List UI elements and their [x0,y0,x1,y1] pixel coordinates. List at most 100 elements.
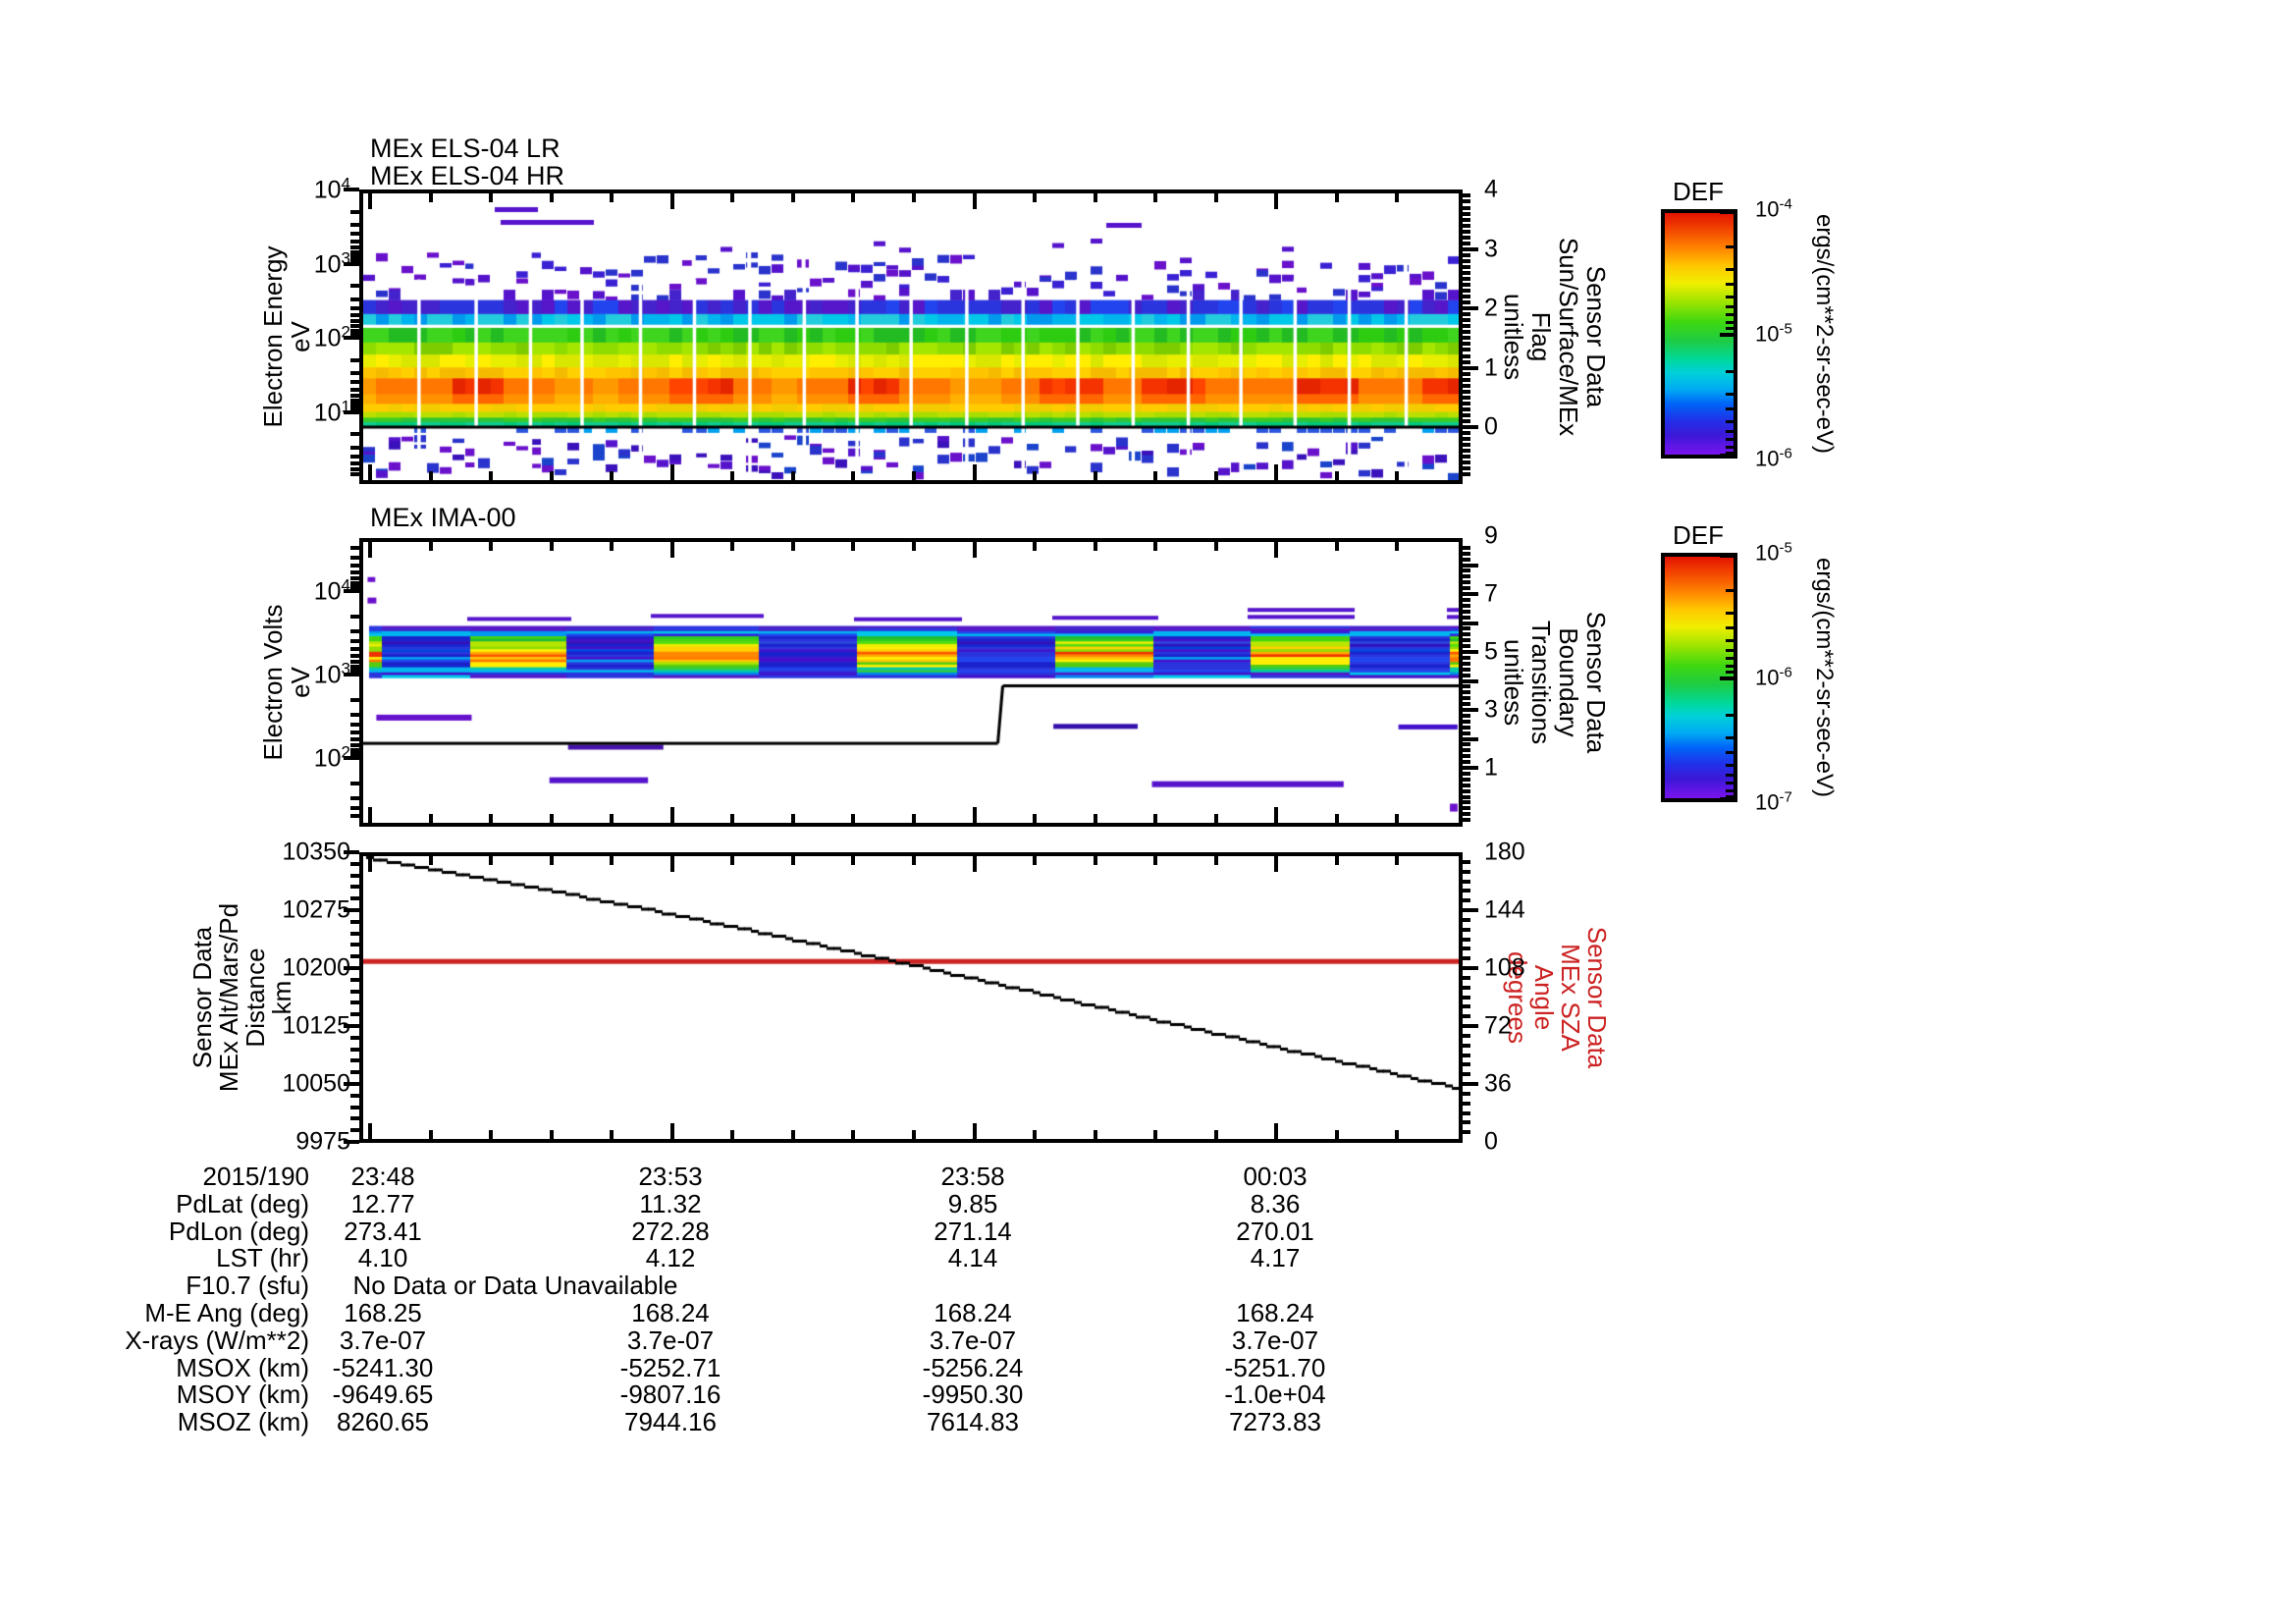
axis-tick [1463,258,1470,263]
axis-tick [610,856,614,865]
axis-tick [1463,455,1470,460]
axis-tick [1463,383,1470,388]
axis-tick [1463,966,1478,970]
axis-tick [1463,889,1470,893]
axis-tick [1463,736,1478,741]
axis-tick [350,989,359,994]
axis-tick [1463,353,1470,358]
axis-tick [350,781,359,785]
axis-tick [1726,304,1734,308]
axis-tick [1463,295,1470,299]
axis-tick [350,647,359,652]
axis-tick [1213,856,1218,865]
y-tick-label-ima: 102 [313,742,350,773]
axis-tick [350,806,359,811]
axis-tick [1463,229,1470,234]
axis-tick [1726,407,1734,411]
axis-tick [610,814,614,823]
axis-tick [1463,626,1470,631]
axis-tick [1463,449,1470,454]
axis-tick [350,223,359,227]
axis-tick [972,807,977,823]
axis-tick [1395,542,1400,551]
axis-tick [1463,1004,1470,1009]
axis-tick [790,542,795,551]
axis-tick [1033,814,1038,823]
axis-tick [1463,1024,1478,1028]
axis-tick [1726,320,1734,324]
axis-tick [1463,812,1470,817]
axis-tick [350,319,359,324]
colorbar-tick-label: 10-6 [1755,664,1792,690]
axis-tick [1726,714,1734,718]
axis-tick [1463,742,1470,747]
axis-tick [1334,471,1339,480]
axis-tick [1463,818,1470,823]
axis-tick [911,542,916,551]
axis-tick [1463,359,1470,364]
right-tick-label-dist: 180 [1484,838,1525,866]
y-tick-label-dist: 10275 [282,895,350,924]
axis-tick [1726,773,1734,777]
axis-tick [1726,626,1734,630]
axis-ticks-layer: 104 103 102 101 104 103 102 10350 10275 10200 1012… [0,0,2296,1623]
axis-tick [1395,471,1400,480]
axis-tick [350,1105,359,1109]
axis-tick [1726,638,1734,642]
axis-tick [350,387,359,392]
axis-tick [1334,814,1339,823]
axis-tick [350,1001,359,1005]
axis-tick [1153,471,1158,480]
axis-tick [428,856,433,865]
axis-tick [1463,1110,1470,1115]
axis-tick [669,464,674,480]
axis-tick [1463,975,1470,980]
axis-tick [1463,283,1470,288]
axis-tick [1463,389,1470,394]
axis-tick [1463,995,1470,1000]
axis-tick [911,1130,916,1139]
axis-tick [1463,306,1478,311]
axis-tick [1463,708,1478,712]
axis-tick [350,712,359,717]
axis-tick [350,432,359,437]
right-tick-label-ima: 3 [1484,695,1498,724]
plot-page: MEx ELS-04 LR MEx ELS-04 HR Electron Ene… [0,0,2296,1623]
axis-tick [350,873,359,878]
axis-tick [1726,782,1734,785]
axis-tick [790,856,795,865]
axis-tick [1153,814,1158,823]
axis-tick [1726,735,1734,739]
axis-tick [1395,814,1400,823]
axis-tick [368,464,372,480]
colorbar-tick-label: 10-6 [1755,445,1792,471]
axis-tick [549,542,554,551]
axis-tick [1334,856,1339,865]
axis-tick [1463,956,1470,961]
axis-tick [350,977,359,982]
axis-tick [1463,1014,1470,1019]
axis-tick [669,856,674,872]
axis-tick [1463,270,1470,275]
y-tick-label-dist: 10200 [282,953,350,982]
axis-tick [350,628,359,633]
axis-tick [1463,205,1470,210]
axis-tick [1463,1062,1470,1067]
axis-tick [1093,471,1097,480]
axis-tick [1093,542,1097,551]
axis-tick [1463,246,1478,251]
axis-tick [1463,264,1470,269]
right-tick-label-els: 0 [1484,412,1498,441]
axis-tick [1153,542,1158,551]
axis-tick [350,445,359,450]
axis-tick [350,669,359,674]
y-tick-label-els: 104 [313,174,350,204]
axis-tick [610,1130,614,1139]
right-tick-label-dist: 108 [1484,953,1525,982]
axis-tick [350,406,359,411]
axis-tick [1726,429,1734,433]
colorbar-tick-label: 10-4 [1755,195,1792,222]
axis-tick [350,461,359,466]
colorbar-tick-label: 10-7 [1755,788,1792,815]
axis-tick [1153,193,1158,202]
